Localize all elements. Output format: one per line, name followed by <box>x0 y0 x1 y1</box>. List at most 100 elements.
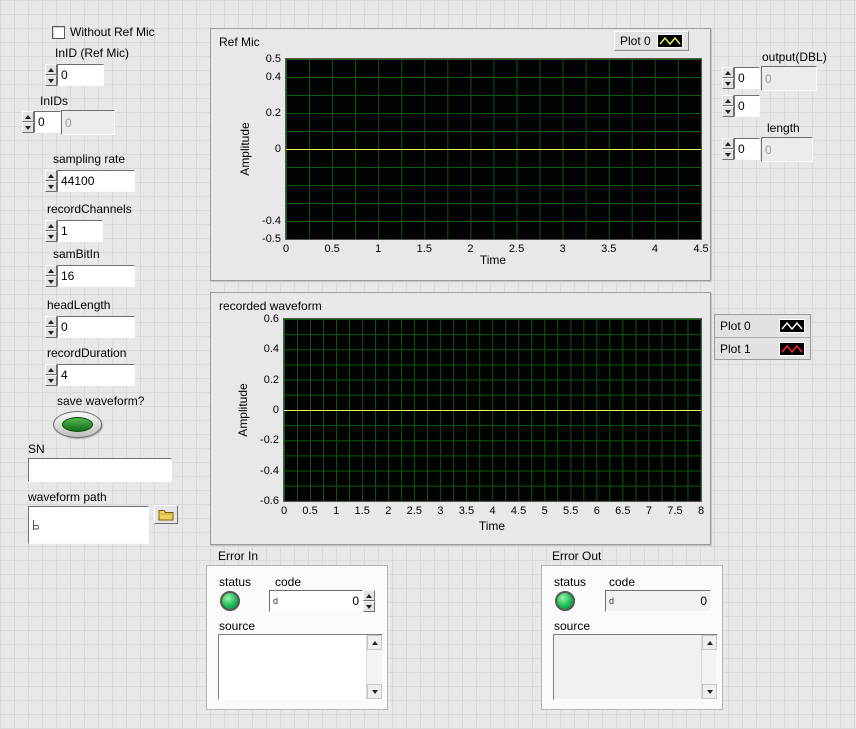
inid-control[interactable]: 0 <box>45 64 104 86</box>
spinner[interactable] <box>722 67 734 89</box>
spinner[interactable] <box>45 316 57 338</box>
sn-label: SN <box>28 442 45 456</box>
save-waveform-button[interactable] <box>53 411 102 438</box>
error-out-code-label: code <box>609 575 635 589</box>
record-duration-field[interactable]: 4 <box>57 364 135 386</box>
output-dbl-index-col-field[interactable]: 0 <box>734 95 760 117</box>
decrement-button[interactable] <box>722 78 734 89</box>
spinner[interactable] <box>363 590 375 612</box>
increment-button[interactable] <box>22 111 34 122</box>
up-arrow-icon <box>48 269 54 273</box>
increment-button[interactable] <box>45 64 57 75</box>
scroll-down-button[interactable] <box>367 684 382 699</box>
record-channels-control[interactable]: 1 <box>45 220 103 242</box>
scroll-up-button[interactable] <box>702 635 717 650</box>
sam-bit-in-field[interactable]: 16 <box>57 265 135 287</box>
sn-input[interactable] <box>28 458 172 482</box>
head-length-field[interactable]: 0 <box>57 316 135 338</box>
error-in-source-label: source <box>219 619 255 633</box>
y-tick-label: 0.2 <box>247 106 281 120</box>
output-dbl-index-col-control[interactable]: 0 <box>722 95 760 117</box>
error-out-source-label: source <box>554 619 590 633</box>
decrement-button[interactable] <box>45 276 57 287</box>
spinner[interactable] <box>45 170 57 192</box>
inid-value-field[interactable]: 0 <box>57 64 104 86</box>
up-arrow-icon <box>372 641 378 645</box>
error-out-code-field: d 0 <box>605 590 711 612</box>
scroll-down-button[interactable] <box>702 684 717 699</box>
y-tick-label: 0.6 <box>245 312 279 326</box>
error-in-status-led[interactable] <box>220 591 240 611</box>
increment-button[interactable] <box>45 265 57 276</box>
increment-button[interactable] <box>363 590 375 601</box>
decrement-button[interactable] <box>722 149 734 160</box>
legend-plot1-label[interactable]: Plot 1 <box>720 342 751 356</box>
increment-button[interactable] <box>45 364 57 375</box>
error-in-source-input[interactable] <box>218 634 383 700</box>
record-channels-label: recordChannels <box>47 202 132 216</box>
spinner[interactable] <box>45 265 57 287</box>
record-channels-field[interactable]: 1 <box>57 220 103 242</box>
folder-icon <box>158 509 174 521</box>
error-in-code-control[interactable]: d 0 <box>269 590 375 612</box>
error-in-status-label: status <box>219 575 251 589</box>
decrement-button[interactable] <box>45 327 57 338</box>
plot0-waveform-icon[interactable] <box>779 319 805 333</box>
up-arrow-icon <box>366 594 372 598</box>
sampling-rate-control[interactable]: 44100 <box>45 170 135 192</box>
sam-bit-in-control[interactable]: 16 <box>45 265 135 287</box>
length-index-field[interactable]: 0 <box>734 138 760 160</box>
decrement-button[interactable] <box>22 122 34 133</box>
recorded-waveform-graph-title: recorded waveform <box>219 299 322 313</box>
sampling-rate-field[interactable]: 44100 <box>57 170 135 192</box>
decrement-button[interactable] <box>722 106 734 117</box>
spinner[interactable] <box>722 95 734 117</box>
ref-mic-graph-legend[interactable]: Plot 0 <box>614 31 689 51</box>
legend-plot0-label[interactable]: Plot 0 <box>720 319 751 333</box>
decrement-button[interactable] <box>363 601 375 612</box>
spinner[interactable] <box>45 220 57 242</box>
output-dbl-index-row-control[interactable]: 0 <box>722 67 760 89</box>
increment-button[interactable] <box>45 220 57 231</box>
decrement-button[interactable] <box>45 231 57 242</box>
decrement-button[interactable] <box>45 181 57 192</box>
error-in-code-field[interactable]: d 0 <box>269 590 363 612</box>
increment-button[interactable] <box>45 316 57 327</box>
x-tick-label: 3 <box>548 242 578 256</box>
decrement-button[interactable] <box>45 75 57 86</box>
plot0-waveform-icon[interactable] <box>657 34 683 48</box>
browse-button[interactable] <box>154 505 178 524</box>
output-dbl-label: output(DBL) <box>762 50 827 64</box>
legend-plot1-row[interactable]: Plot 1 <box>715 337 810 359</box>
legend-plot0-label[interactable]: Plot 0 <box>620 34 651 48</box>
head-length-control[interactable]: 0 <box>45 316 135 338</box>
spinner[interactable] <box>45 64 57 86</box>
increment-button[interactable] <box>722 138 734 149</box>
decrement-button[interactable] <box>45 375 57 386</box>
plot1-waveform-icon[interactable] <box>779 342 805 356</box>
increment-button[interactable] <box>722 67 734 78</box>
legend-plot0-row[interactable]: Plot 0 <box>715 315 810 337</box>
spinner[interactable] <box>22 111 34 133</box>
spinner[interactable] <box>45 364 57 386</box>
inids-index-field[interactable]: 0 <box>34 111 61 133</box>
scroll-up-button[interactable] <box>367 635 382 650</box>
increment-button[interactable] <box>722 95 734 106</box>
output-dbl-index-row-field[interactable]: 0 <box>734 67 760 89</box>
waveform-path-input[interactable] <box>28 506 149 544</box>
error-in-source-scrollbar[interactable] <box>366 635 382 699</box>
increment-button[interactable] <box>45 170 57 181</box>
down-arrow-icon <box>48 379 54 383</box>
error-out-status-led <box>555 591 575 611</box>
recorded-graph-legend[interactable]: Plot 0 Plot 1 <box>714 314 811 360</box>
up-arrow-icon <box>48 224 54 228</box>
error-out-source-scrollbar[interactable] <box>701 635 717 699</box>
without-ref-mic-checkbox[interactable] <box>52 26 65 39</box>
up-arrow-icon <box>48 68 54 72</box>
inids-index-control[interactable]: 0 <box>22 111 61 133</box>
length-index-control[interactable]: 0 <box>722 138 760 160</box>
spinner[interactable] <box>722 138 734 160</box>
y-tick-label: 0.4 <box>247 70 281 84</box>
up-arrow-icon <box>725 71 731 75</box>
record-duration-control[interactable]: 4 <box>45 364 135 386</box>
